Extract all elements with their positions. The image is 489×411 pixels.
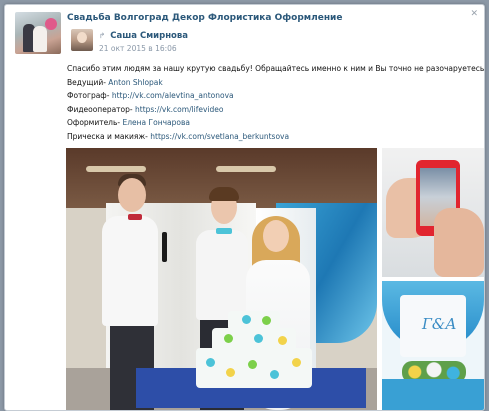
group-avatar[interactable] (15, 12, 61, 54)
credit-role: Фотограф- (67, 91, 110, 101)
photo-cake-decor-dot (254, 334, 263, 343)
photo-cake-decor-dot (270, 370, 279, 379)
credit-photographer-link[interactable]: http://vk.com/alevtina_antonova (112, 91, 234, 100)
reply-arrow-icon: ↱ (99, 31, 106, 40)
post-date-link[interactable]: 21 окт 2015 в 16:06 (99, 44, 177, 53)
photo-light-shape (86, 166, 146, 172)
author-row: ↱ Саша Смирнова (99, 31, 188, 41)
close-icon[interactable]: ✕ (470, 9, 478, 19)
photo-host-body-shape (102, 216, 158, 326)
photo-hand-right-shape (434, 208, 484, 277)
photo-cake-decor-dot (224, 334, 233, 343)
photo-cake-decor-dot (206, 358, 215, 367)
credit-role: Ведущий- (67, 77, 106, 87)
photo-microphone-shape (162, 232, 167, 262)
credit-makeup-link[interactable]: https://vk.com/svetlana_berkuntsova (150, 132, 289, 141)
photo-host-head-shape (118, 178, 146, 212)
photo-groom-bowtie-shape (216, 228, 232, 234)
photo-wedding-cake[interactable] (66, 148, 377, 410)
avatar-flower-shape (45, 18, 57, 30)
photo-cake-decor-dot (242, 315, 251, 324)
photo-phone-selfie[interactable] (382, 148, 484, 277)
post-intro: Спасибо этим людям за нашу крутую свадьб… (67, 64, 485, 73)
photo-groom-body-shape (196, 230, 248, 320)
group-title-link[interactable]: Свадьба Волгоград Декор Флористика Оформ… (67, 13, 342, 23)
photo-host-bowtie-shape (128, 214, 142, 220)
photo-groom-hair-shape (209, 187, 239, 201)
photo-bride-head-shape (263, 220, 289, 252)
photo-light-shape (216, 166, 276, 172)
author-name-link[interactable]: Саша Смирнова (110, 31, 188, 41)
credit-row-photographer: Фотограф- http://vk.com/alevtina_antonov… (67, 89, 481, 103)
credit-row-makeup: Прическа и макияж- https://vk.com/svetla… (67, 130, 481, 144)
photo-decor-monogram: Г&А (422, 315, 457, 333)
credit-row-videographer: Фидеооператор- https://vk.com/lifevideo (67, 103, 481, 117)
post-text: Спасибо этим людям за нашу крутую свадьб… (67, 62, 485, 144)
photo-decor-table[interactable]: Г&А (382, 281, 484, 410)
photo-cake-decor-dot (262, 316, 271, 325)
credit-row-decorator: Оформитель- Елена Гончарова (67, 116, 481, 130)
credit-role: Фидеооператор- (67, 104, 133, 114)
credit-host-link[interactable]: Anton Shlopak (108, 78, 162, 87)
avatar-bride-shape (33, 26, 47, 52)
credit-role: Оформитель- (67, 118, 121, 128)
credit-row-host: Ведущий- Anton Shlopak (67, 76, 481, 90)
photo-cake-decor-dot (292, 358, 301, 367)
credit-videographer-link[interactable]: https://vk.com/lifevideo (135, 105, 224, 114)
photo-cake-decor-dot (226, 368, 235, 377)
photo-cake-top-shape (228, 311, 280, 331)
credit-role: Прическа и макияж- (67, 131, 148, 141)
wall-post-card: Свадьба Волгоград Декор Флористика Оформ… (4, 4, 485, 411)
photo-cake-decor-dot (248, 360, 257, 369)
photo-decor-table-shape (382, 379, 484, 410)
photo-cake-decor-dot (278, 336, 287, 345)
author-avatar-face (77, 32, 87, 43)
author-avatar[interactable] (71, 29, 93, 51)
credit-decorator-link[interactable]: Елена Гончарова (123, 118, 191, 127)
